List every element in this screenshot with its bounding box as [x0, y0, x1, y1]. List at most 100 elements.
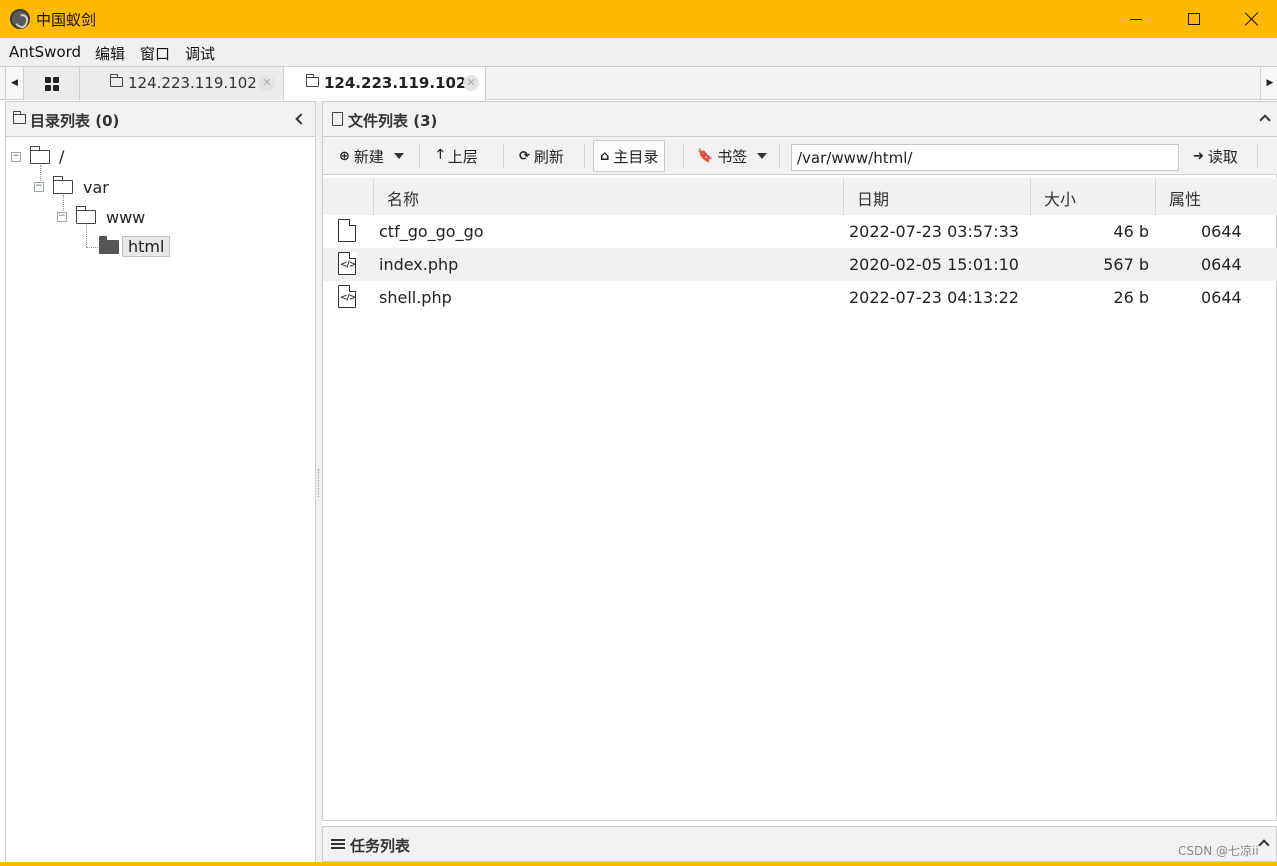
splitter-grip: [318, 469, 320, 497]
antsword-logo-icon: [10, 9, 30, 29]
menu-antsword[interactable]: AntSword: [9, 43, 81, 61]
grid-icon: [44, 76, 59, 91]
file-panel: 文件列表 (3) ⊕ 新建 🡑 上层 ⟳ 刷新 ⌂ 主目录 🔖 书签 /var/…: [322, 101, 1277, 821]
tree-collapse-toggle[interactable]: −: [11, 152, 21, 162]
task-list-title: 任务列表: [350, 837, 411, 855]
file-date: 2020-02-05 15:01:10: [849, 255, 1019, 274]
bookmark-button[interactable]: 🔖 书签: [691, 140, 773, 172]
directory-panel: 目录列表 (0) − / − var − www html: [5, 101, 316, 863]
read-button[interactable]: ➜ 读取: [1187, 140, 1244, 172]
tree-collapse-toggle[interactable]: −: [34, 182, 44, 192]
toolbar-separator: [683, 144, 684, 168]
toolbar-separator: [779, 144, 780, 168]
minimize-button[interactable]: [1107, 0, 1165, 38]
tree-collapse-toggle[interactable]: −: [57, 212, 67, 222]
file-icon: [332, 112, 343, 126]
refresh-button[interactable]: ⟳ 刷新: [513, 140, 570, 172]
read-label: 读取: [1207, 147, 1238, 166]
tab-dashboard[interactable]: [24, 67, 80, 100]
file-date: 2022-07-23 03:57:33: [849, 222, 1019, 241]
tree-item-www[interactable]: www: [106, 208, 145, 227]
file-name: index.php: [379, 255, 459, 274]
file-grid: ctf_go_go_go 2022-07-23 03:57:33 46 b 06…: [323, 215, 1277, 314]
menu-debug[interactable]: 调试: [185, 43, 215, 64]
antsword-window: 中国蚁剑 AntSword 编辑 窗口 调试 ◀ 124.223.119.102…: [0, 0, 1277, 866]
file-size: 46 b: [1113, 222, 1149, 241]
close-button[interactable]: [1223, 0, 1277, 38]
collapse-left-icon[interactable]: [295, 113, 307, 125]
title-bar: 中国蚁剑: [0, 0, 1277, 38]
file-grid-header: 名称 日期 大小 属性: [323, 178, 1277, 215]
bookmark-label: 书签: [717, 147, 748, 166]
file-name: shell.php: [379, 288, 452, 307]
toolbar-separator: [419, 144, 420, 168]
column-header-attr[interactable]: 属性: [1156, 178, 1277, 215]
file-row[interactable]: </> shell.php 2022-07-23 04:13:22 26 b 0…: [323, 281, 1277, 314]
up-level-label: 上层: [447, 147, 478, 166]
task-list-panel[interactable]: 任务列表: [322, 826, 1277, 862]
arrow-right-icon: ➜: [1193, 148, 1204, 164]
tab-label: 124.223.119.102: [128, 74, 257, 92]
bookmark-icon: 🔖: [697, 148, 714, 164]
column-header-date[interactable]: 日期: [844, 178, 1031, 215]
tab-shell-2-active[interactable]: 124.223.119.102 ✕: [284, 67, 486, 101]
file-name: ctf_go_go_go: [379, 222, 484, 241]
refresh-label: 刷新: [533, 147, 564, 166]
file-panel-header: 文件列表 (3): [323, 102, 1277, 137]
tab-close-icon[interactable]: ✕: [463, 75, 479, 91]
folder-icon: [13, 111, 26, 124]
file-panel-title: 文件列表 (3): [348, 112, 438, 130]
close-icon: [1245, 12, 1259, 26]
folder-icon: [306, 74, 319, 87]
watermark: CSDN @七凉ii: [1178, 844, 1259, 858]
new-button[interactable]: ⊕ 新建: [333, 140, 410, 172]
column-header-name[interactable]: 名称: [374, 178, 844, 215]
tab-close-icon[interactable]: ✕: [259, 75, 275, 91]
file-date: 2022-07-23 04:13:22: [849, 288, 1019, 307]
folder-open-icon: [99, 236, 119, 254]
tab-label: 124.223.119.102: [324, 74, 467, 92]
file-perm: 0644: [1201, 288, 1242, 307]
toolbar-separator: [1257, 144, 1258, 168]
chevron-down-icon: [393, 153, 404, 159]
plus-circle-icon: ⊕: [339, 148, 350, 164]
arrow-up-icon: 🡑: [437, 147, 444, 162]
column-header-icon: [323, 178, 374, 215]
tree-item-var[interactable]: var: [83, 178, 109, 197]
menu-edit[interactable]: 编辑: [95, 43, 125, 64]
tree-line: [86, 225, 87, 247]
tree-item-root[interactable]: /: [59, 147, 64, 166]
new-button-label: 新建: [353, 147, 384, 166]
file-perm: 0644: [1201, 222, 1242, 241]
tree-item-html-selected[interactable]: html: [122, 236, 171, 257]
refresh-icon: ⟳: [519, 148, 530, 164]
tab-scroll-left-button[interactable]: ◀: [5, 67, 24, 99]
column-header-size[interactable]: 大小: [1031, 178, 1156, 215]
toolbar-separator: [503, 144, 504, 168]
tab-scroll-right-button[interactable]: ▶: [1260, 67, 1277, 99]
file-row[interactable]: </> index.php 2020-02-05 15:01:10 567 b …: [323, 248, 1277, 281]
list-icon: [331, 839, 345, 851]
file-row[interactable]: ctf_go_go_go 2022-07-23 03:57:33 46 b 06…: [323, 215, 1277, 248]
directory-panel-title: 目录列表 (0): [30, 112, 120, 130]
home-dir-button[interactable]: ⌂ 主目录: [593, 140, 666, 172]
maximize-button[interactable]: [1165, 0, 1223, 38]
file-size: 26 b: [1113, 288, 1149, 307]
window-title: 中国蚁剑: [36, 11, 97, 29]
path-input[interactable]: [791, 144, 1179, 171]
file-size: 567 b: [1103, 255, 1149, 274]
chevron-down-icon: [757, 153, 768, 159]
tab-shell-1[interactable]: 124.223.119.102 ✕: [80, 67, 284, 100]
expand-up-icon[interactable]: [1258, 839, 1270, 851]
folder-icon: [75, 206, 96, 224]
toolbar-separator: [584, 144, 585, 168]
file-toolbar: ⊕ 新建 🡑 上层 ⟳ 刷新 ⌂ 主目录 🔖 书签 /var/www/html/…: [323, 137, 1277, 175]
up-level-button[interactable]: 🡑 上层: [431, 140, 484, 172]
folder-icon: [29, 146, 50, 164]
collapse-up-icon[interactable]: [1259, 114, 1271, 126]
minimize-icon: [1130, 18, 1142, 20]
code-file-icon: </>: [338, 284, 356, 308]
file-perm: 0644: [1201, 255, 1242, 274]
menu-window[interactable]: 窗口: [140, 43, 170, 64]
code-file-icon: </>: [338, 251, 356, 275]
